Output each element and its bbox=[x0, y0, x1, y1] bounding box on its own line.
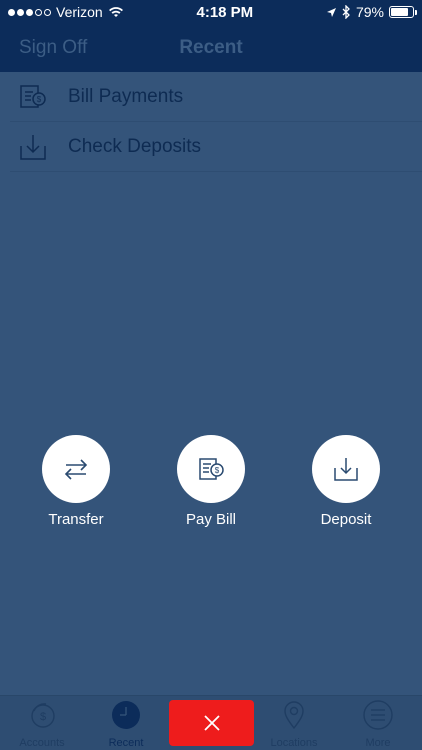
battery-percent: 79% bbox=[355, 4, 384, 20]
status-left: Verizon bbox=[8, 4, 124, 20]
carrier-name: Verizon bbox=[56, 4, 103, 20]
close-icon bbox=[203, 715, 220, 731]
transfer-circle[interactable] bbox=[42, 435, 110, 503]
recent-list: $ Bill Payments Check Deposits bbox=[0, 72, 422, 172]
transfer-arrows-icon bbox=[64, 459, 88, 480]
deposit-icon bbox=[334, 458, 358, 481]
tab-locations[interactable]: Locations bbox=[252, 700, 336, 749]
close-button[interactable] bbox=[169, 700, 254, 746]
tab-label: Accounts bbox=[19, 737, 65, 749]
tab-label: Recent bbox=[108, 737, 144, 749]
deposit-button[interactable]: Deposit bbox=[296, 435, 396, 528]
signal-strength-icon bbox=[8, 8, 51, 16]
deposit-label: Deposit bbox=[320, 511, 372, 528]
clock-icon bbox=[112, 701, 140, 729]
status-bar: Verizon 4:18 PM 79% bbox=[0, 0, 422, 24]
tab-recent[interactable]: Recent bbox=[84, 700, 168, 749]
list-item-bill-payments[interactable]: $ Bill Payments bbox=[10, 72, 422, 122]
pay-bill-icon: $ bbox=[199, 458, 224, 480]
pay-bill-circle[interactable]: $ bbox=[177, 435, 245, 503]
location-arrow-icon bbox=[326, 7, 336, 17]
page-title: Recent bbox=[179, 37, 243, 58]
dollar-coin-icon: $ bbox=[31, 703, 55, 728]
location-pin-icon bbox=[284, 701, 304, 730]
list-item-label: Check Deposits bbox=[68, 135, 202, 157]
tab-label: Locations bbox=[270, 737, 318, 749]
menu-icon bbox=[363, 700, 393, 730]
tab-accounts[interactable]: $ Accounts bbox=[0, 700, 84, 749]
pay-bill-label: Pay Bill bbox=[185, 511, 237, 528]
svg-text:$: $ bbox=[37, 95, 42, 104]
wifi-icon bbox=[108, 7, 123, 17]
status-right: 79% bbox=[326, 4, 417, 20]
battery-fill bbox=[391, 8, 408, 16]
nav-bar: Sign Off Recent bbox=[0, 24, 422, 72]
bluetooth-icon bbox=[342, 5, 350, 19]
tab-bar: $ Accounts Recent Locations More bbox=[0, 695, 422, 750]
svg-text:$: $ bbox=[40, 711, 46, 723]
deposit-circle[interactable] bbox=[312, 435, 380, 503]
list-item-label: Bill Payments bbox=[68, 85, 184, 107]
list-item-check-deposits[interactable]: Check Deposits bbox=[10, 122, 422, 172]
tab-more[interactable]: More bbox=[336, 700, 420, 749]
svg-text:$: $ bbox=[215, 466, 220, 475]
transfer-label: Transfer bbox=[48, 511, 104, 528]
status-time: 4:18 PM bbox=[196, 3, 254, 21]
bill-payment-icon: $ bbox=[20, 84, 46, 108]
deposit-tray-icon bbox=[20, 134, 46, 160]
tab-label: More bbox=[365, 737, 391, 749]
battery-icon bbox=[389, 6, 417, 18]
transfer-button[interactable]: Transfer bbox=[26, 435, 126, 528]
pay-bill-button[interactable]: $ Pay Bill bbox=[161, 435, 261, 528]
